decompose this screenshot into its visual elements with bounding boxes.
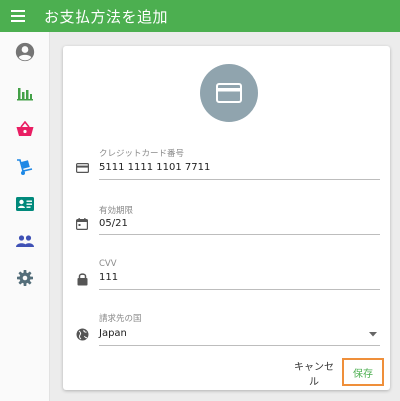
page-title: お支払方法を追加: [44, 7, 169, 26]
card-number-label: クレジットカード番号: [99, 149, 185, 159]
cvv-underline: [99, 289, 380, 290]
globe-icon: [76, 328, 89, 341]
save-button[interactable]: 保存: [342, 358, 384, 386]
account-circle-icon: [15, 42, 34, 62]
expiry-field[interactable]: 05/21: [99, 218, 128, 229]
sidebar-item-account[interactable]: [0, 34, 49, 70]
card-number-icon-wrap: [76, 163, 89, 173]
payment-form-card: クレジットカード番号 5111 1111 1101 7711 有効期限 05/2…: [63, 46, 390, 390]
sidebar-item-shop[interactable]: [0, 111, 49, 147]
sidebar-item-users[interactable]: [0, 223, 49, 259]
sidebar-item-contacts[interactable]: [0, 186, 49, 222]
expiry-label: 有効期限: [99, 206, 134, 216]
card-avatar: [200, 64, 258, 122]
country-underline: [99, 345, 380, 346]
country-icon-wrap: [76, 328, 89, 341]
country-select[interactable]: Japan: [99, 328, 127, 339]
menu-button[interactable]: [0, 0, 36, 32]
sidebar: [0, 32, 50, 401]
card-number-underline: [99, 179, 380, 180]
cvv-icon-wrap: [77, 272, 88, 286]
people-icon: [15, 235, 34, 247]
sidebar-item-settings[interactable]: [0, 260, 49, 296]
country-label: 請求先の国: [99, 314, 142, 324]
lock-icon: [77, 273, 88, 286]
sidebar-item-reports[interactable]: [0, 75, 49, 111]
cvv-field[interactable]: 111: [99, 272, 118, 283]
cvv-label: CVV: [99, 259, 117, 269]
calendar-icon: [76, 218, 88, 230]
contact-card-icon: [15, 197, 34, 211]
expiry-icon-wrap: [76, 218, 88, 230]
credit-card-icon: [216, 83, 242, 103]
chevron-down-icon[interactable]: [369, 332, 377, 337]
dolly-icon: [16, 159, 32, 175]
card-number-field[interactable]: 5111 1111 1101 7711: [99, 162, 210, 173]
basket-icon: [16, 121, 33, 136]
app-bar: お支払方法を追加: [0, 0, 400, 32]
expiry-underline: [99, 234, 380, 235]
hamburger-menu-icon: [11, 10, 25, 22]
gear-icon: [16, 270, 33, 286]
cancel-button[interactable]: キャンセル: [285, 362, 343, 388]
sidebar-item-shipping[interactable]: [0, 149, 49, 185]
credit-card-icon: [76, 163, 89, 173]
bar-chart-icon: [16, 88, 33, 101]
